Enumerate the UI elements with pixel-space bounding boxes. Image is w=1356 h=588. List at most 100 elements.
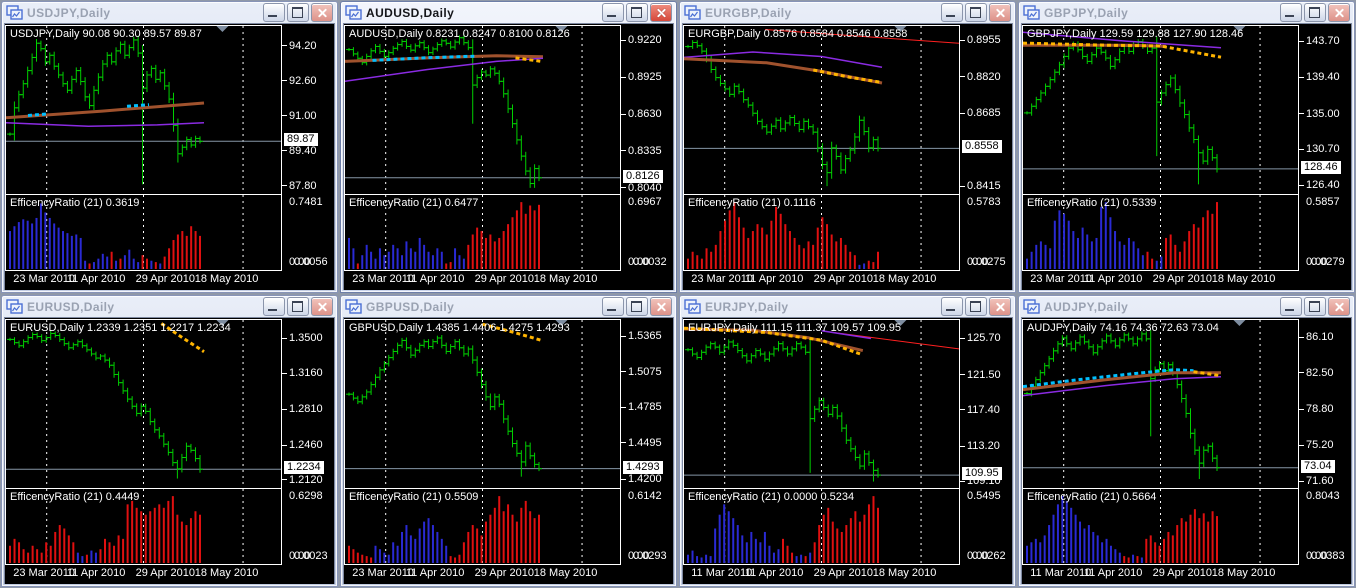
maximize-button[interactable]	[965, 3, 987, 22]
chart-window[interactable]: EURGBP,Daily EURGBP,Daily 0.8576 0.8584 …	[679, 1, 1016, 293]
chart-canvas[interactable]: EURJPY,Daily 111.15 111.37 109.57 109.95…	[682, 317, 1013, 584]
price-pane[interactable]: GBPUSD,Daily 1.4385 1.4406 1.4275 1.4293	[344, 319, 621, 489]
window-titlebar[interactable]: GBPUSD,Daily	[343, 296, 674, 317]
price-pane[interactable]: EURGBP,Daily 0.8576 0.8584 0.8546 0.8558	[683, 25, 960, 195]
price-axis[interactable]: 0.89550.88200.86850.84150.85580.57830.00…	[960, 25, 1012, 290]
close-button[interactable]	[989, 297, 1011, 316]
maximize-button[interactable]	[1304, 3, 1326, 22]
indicator-pane[interactable]: EfficencyRatio (21) 0.6477	[344, 194, 621, 271]
price-pane[interactable]: EURJPY,Daily 111.15 111.37 109.57 109.95	[683, 319, 960, 489]
chart-window[interactable]: USDJPY,Daily USDJPY,Daily 90.08 90.30 89…	[1, 1, 338, 293]
chart-window[interactable]: EURUSD,Daily EURUSD,Daily 1.2339 1.2351 …	[1, 295, 338, 587]
date-label: 11 Apr 2010	[1084, 567, 1143, 579]
price-tick: 1.4495	[621, 437, 662, 449]
chart-window-icon	[345, 5, 362, 20]
chart-window[interactable]: AUDJPY,Daily AUDJPY,Daily 74.16 74.36 72…	[1018, 295, 1355, 587]
minimize-button[interactable]	[602, 3, 624, 22]
maximize-button[interactable]	[965, 297, 987, 316]
minimize-button[interactable]	[941, 297, 963, 316]
time-axis[interactable]: 11 Mar 201011 Apr 201029 Apr 201018 May …	[1022, 565, 1299, 582]
maximize-icon	[292, 301, 303, 312]
time-axis[interactable]: 23 Mar 201011 Apr 201029 Apr 201018 May …	[1022, 271, 1299, 288]
close-button[interactable]	[650, 297, 672, 316]
window-titlebar[interactable]: AUDJPY,Daily	[1021, 296, 1352, 317]
indicator-pane[interactable]: EfficencyRatio (21) 0.5509	[344, 488, 621, 565]
indicator-pane[interactable]: EfficencyRatio (21) 0.5664	[1022, 488, 1299, 565]
price-pane[interactable]: AUDUSD,Daily 0.8231 0.8247 0.8100 0.8126	[344, 25, 621, 195]
tick-mark	[621, 187, 626, 188]
indicator-max-value: 0.5857	[1306, 196, 1340, 208]
time-axis[interactable]: 23 Mar 201011 Apr 201029 Apr 201018 May …	[683, 271, 960, 288]
window-titlebar[interactable]: USDJPY,Daily	[4, 2, 335, 23]
time-axis[interactable]: 23 Mar 201011 Apr 201029 Apr 201018 May …	[344, 565, 621, 582]
time-axis[interactable]: 23 Mar 201011 Apr 201029 Apr 201018 May …	[5, 565, 282, 582]
maximize-button[interactable]	[287, 3, 309, 22]
price-pane[interactable]: EURUSD,Daily 1.2339 1.2351 1.2217 1.2234	[5, 319, 282, 489]
window-titlebar[interactable]: EURUSD,Daily	[4, 296, 335, 317]
price-pane[interactable]: AUDJPY,Daily 74.16 74.36 72.63 73.04	[1022, 319, 1299, 489]
price-axis[interactable]: 125.70121.50117.40113.20109.10109.950.54…	[960, 319, 1012, 584]
plot-column: USDJPY,Daily 90.08 90.30 89.57 89.87 Eff…	[5, 25, 282, 288]
close-button[interactable]	[989, 3, 1011, 22]
minimize-button[interactable]	[263, 297, 285, 316]
window-title: AUDUSD,Daily	[366, 6, 598, 20]
maximize-button[interactable]	[1304, 297, 1326, 316]
time-axis[interactable]: 23 Mar 201011 Apr 201029 Apr 201018 May …	[344, 271, 621, 288]
chart-canvas[interactable]: GBPUSD,Daily 1.4385 1.4406 1.4275 1.4293…	[343, 317, 674, 584]
price-axis[interactable]: 94.2092.6091.0089.4087.8089.870.74810.00…	[282, 25, 334, 290]
chart-canvas[interactable]: GBPJPY,Daily 129.59 129.88 127.90 128.46…	[1021, 23, 1352, 290]
price-pane[interactable]: USDJPY,Daily 90.08 90.30 89.57 89.87	[5, 25, 282, 195]
maximize-icon	[292, 7, 303, 18]
indicator-pane[interactable]: EfficencyRatio (21) 0.5339	[1022, 194, 1299, 271]
chart-canvas[interactable]: AUDJPY,Daily 74.16 74.36 72.63 73.04 Eff…	[1021, 317, 1352, 584]
maximize-button[interactable]	[626, 3, 648, 22]
time-axis[interactable]: 23 Mar 201011 Apr 201029 Apr 201018 May …	[5, 271, 282, 288]
maximize-button[interactable]	[287, 297, 309, 316]
price-tick: 91.00	[282, 110, 317, 122]
close-icon	[317, 301, 328, 312]
window-titlebar[interactable]: GBPJPY,Daily	[1021, 2, 1352, 23]
chart-window[interactable]: GBPJPY,Daily GBPJPY,Daily 129.59 129.88 …	[1018, 1, 1355, 293]
tick-mark	[1299, 41, 1304, 42]
minimize-button[interactable]	[1280, 297, 1302, 316]
tick-mark	[1299, 445, 1304, 446]
chart-window[interactable]: AUDUSD,Daily AUDUSD,Daily 0.8231 0.8247 …	[340, 1, 677, 293]
tick-mark	[960, 481, 965, 482]
indicator-pane[interactable]: EfficencyRatio (21) 0.0000 0.5234	[683, 488, 960, 565]
window-titlebar[interactable]: EURGBP,Daily	[682, 2, 1013, 23]
minimize-button[interactable]	[1280, 3, 1302, 22]
tick-mark	[621, 114, 626, 115]
minimize-button[interactable]	[602, 297, 624, 316]
chart-canvas[interactable]: USDJPY,Daily 90.08 90.30 89.57 89.87 Eff…	[4, 23, 335, 290]
close-button[interactable]	[650, 3, 672, 22]
chart-canvas[interactable]: EURGBP,Daily 0.8576 0.8584 0.8546 0.8558…	[682, 23, 1013, 290]
maximize-button[interactable]	[626, 297, 648, 316]
close-button[interactable]	[311, 3, 333, 22]
price-tick: 1.2460	[282, 439, 323, 451]
window-titlebar[interactable]: EURJPY,Daily	[682, 296, 1013, 317]
price-axis[interactable]: 0.92200.89250.86300.83350.80400.81260.69…	[621, 25, 673, 290]
tick-mark	[960, 446, 965, 447]
chart-canvas[interactable]: EURUSD,Daily 1.2339 1.2351 1.2217 1.2234…	[4, 317, 335, 584]
price-pane[interactable]: GBPJPY,Daily 129.59 129.88 127.90 128.46	[1022, 25, 1299, 195]
close-button[interactable]	[1328, 3, 1350, 22]
indicator-pane[interactable]: EfficencyRatio (21) 0.4449	[5, 488, 282, 565]
indicator-pane[interactable]: EfficencyRatio (21) 0.3619	[5, 194, 282, 271]
close-button[interactable]	[1328, 297, 1350, 316]
tick-mark	[282, 409, 287, 410]
close-button[interactable]	[311, 297, 333, 316]
window-titlebar[interactable]: AUDUSD,Daily	[343, 2, 674, 23]
price-axis[interactable]: 143.70139.40135.00130.70126.40128.460.58…	[1299, 25, 1351, 290]
price-axis[interactable]: 86.1082.5078.8075.2071.6073.040.80430.00…	[1299, 319, 1351, 584]
minimize-button[interactable]	[941, 3, 963, 22]
indicator-pane[interactable]: EfficencyRatio (21) 0.1116	[683, 194, 960, 271]
minimize-button[interactable]	[263, 3, 285, 22]
price-axis[interactable]: 1.53651.50751.47851.44951.42001.42930.61…	[621, 319, 673, 584]
chart-window[interactable]: GBPUSD,Daily GBPUSD,Daily 1.4385 1.4406 …	[340, 295, 677, 587]
time-axis[interactable]: 11 Mar 201011 Apr 201029 Apr 201018 May …	[683, 565, 960, 582]
chart-window[interactable]: EURJPY,Daily EURJPY,Daily 111.15 111.37 …	[679, 295, 1016, 587]
chart-canvas[interactable]: AUDUSD,Daily 0.8231 0.8247 0.8100 0.8126…	[343, 23, 674, 290]
price-axis[interactable]: 1.35001.31601.28101.24601.21201.22340.62…	[282, 319, 334, 584]
tick-mark	[282, 445, 287, 446]
maximize-icon	[1309, 301, 1320, 312]
